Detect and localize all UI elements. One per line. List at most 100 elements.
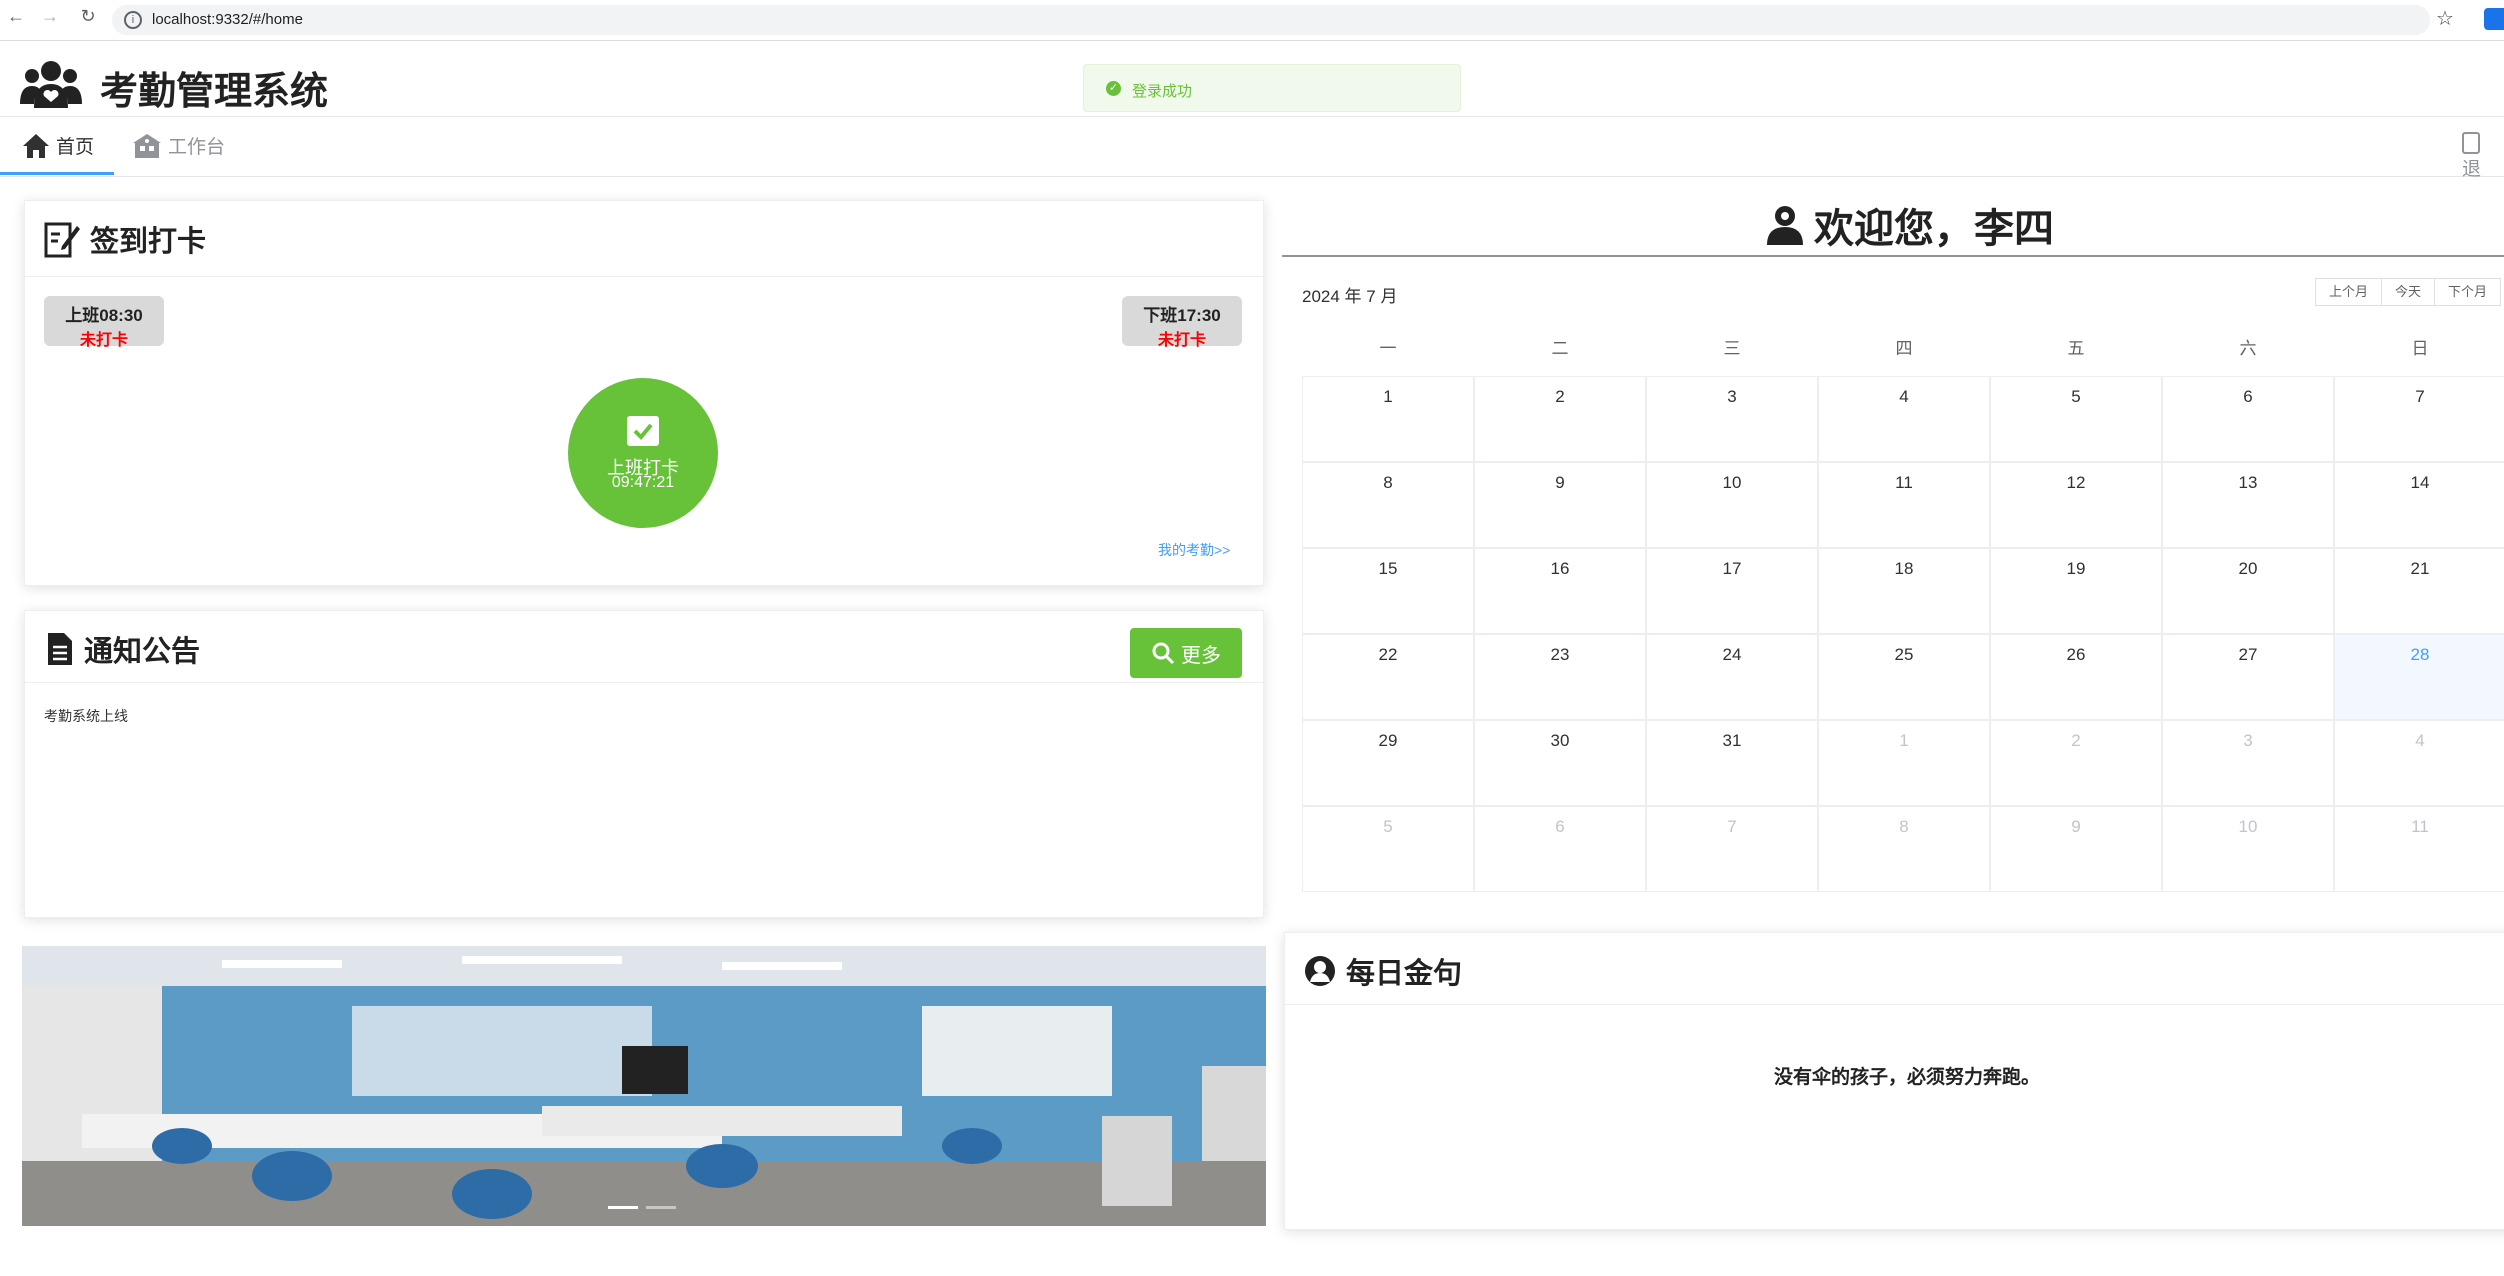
punch-in-button[interactable]: 上班打卡 09:47:21 (568, 378, 718, 528)
check-circle-icon: ✓ (1106, 81, 1121, 96)
calendar-day[interactable]: 10 (2162, 806, 2334, 892)
user-circle-icon (1305, 956, 1335, 986)
calendar-day[interactable]: 4 (1818, 376, 1990, 462)
carousel-indicator[interactable] (608, 1206, 638, 1209)
calendar-day[interactable]: 5 (1302, 806, 1474, 892)
calendar-day[interactable]: 18 (1818, 548, 1990, 634)
nav-tabs: 首页 工作台 退 (0, 118, 2504, 180)
calendar-day[interactable]: 30 (1474, 720, 1646, 806)
calendar-day[interactable]: 14 (2334, 462, 2504, 548)
calendar-title: 2024 年 7 月 (1302, 287, 1398, 306)
document-icon (48, 633, 72, 665)
calendar-day[interactable]: 15 (1302, 548, 1474, 634)
tab-workbench-label: 工作台 (168, 137, 226, 158)
active-tab-indicator (0, 172, 114, 175)
search-icon (1152, 642, 1175, 665)
browser-toolbar: ← → ↻ i localhost:9332/#/home ☆ (0, 0, 2504, 41)
calendar-day[interactable]: 4 (2334, 720, 2504, 806)
url-text: localhost:9332/#/home (152, 11, 303, 28)
calendar-day[interactable]: 8 (1302, 462, 1474, 548)
start-shift-time: 上班08:30 (65, 306, 143, 325)
notice-item[interactable]: 考勤系统上线 (44, 706, 128, 726)
tab-workbench[interactable]: 工作台 (132, 132, 225, 159)
home-icon (23, 133, 49, 158)
calendar-day[interactable]: 5 (1990, 376, 2162, 462)
calendar-day[interactable]: 6 (1474, 806, 1646, 892)
tab-home[interactable]: 首页 (22, 132, 94, 159)
weekday-header: 一 (1379, 339, 1397, 358)
notice-title: 通知公告 (46, 628, 200, 670)
weekday-header: 二 (1551, 339, 1569, 358)
calendar-day[interactable]: 1 (1818, 720, 1990, 806)
carousel-indicators (608, 1206, 676, 1209)
weekday-header: 六 (2239, 339, 2257, 358)
calendar-day[interactable]: 22 (1302, 634, 1474, 720)
users-logo-icon (20, 58, 82, 113)
success-toast: ✓ 登录成功 (1083, 64, 1461, 112)
weekday-header: 三 (1723, 339, 1741, 358)
calendar-day[interactable]: 23 (1474, 634, 1646, 720)
site-info-icon[interactable]: i (124, 11, 142, 29)
profile-icon[interactable] (2484, 8, 2504, 30)
calendar-day[interactable]: 20 (2162, 548, 2334, 634)
calendar-day[interactable]: 17 (1646, 548, 1818, 634)
calendar-day[interactable]: 2 (1474, 376, 1646, 462)
punch-time: 09:47:21 (611, 474, 675, 491)
calendar-day[interactable]: 8 (1818, 806, 1990, 892)
logout-label: 退 (2462, 159, 2482, 181)
back-icon[interactable]: ← (4, 6, 28, 27)
next-month-button[interactable]: 下个月 (2434, 278, 2502, 306)
calendar-day[interactable]: 28 (2334, 634, 2504, 720)
weekday-header: 日 (2411, 339, 2429, 358)
quote-divider (1284, 1004, 2504, 1005)
toast-message: 登录成功 (1132, 83, 1193, 100)
calendar-day[interactable]: 21 (2334, 548, 2504, 634)
calendar-nav: 上个月 今天 下个月 (2315, 278, 2502, 306)
calendar-day[interactable]: 12 (1990, 462, 2162, 548)
calendar-day[interactable]: 11 (2334, 806, 2504, 892)
prev-month-button[interactable]: 上个月 (2315, 278, 2383, 306)
calendar-day[interactable]: 25 (1818, 634, 1990, 720)
checkin-divider (24, 276, 1264, 277)
logout-button[interactable]: 退 (2462, 132, 2504, 181)
weekday-header: 五 (2067, 339, 2085, 358)
welcome-divider (1282, 255, 2504, 257)
calendar-day[interactable]: 9 (1990, 806, 2162, 892)
calendar-day[interactable]: 6 (2162, 376, 2334, 462)
calendar-day[interactable]: 16 (1474, 548, 1646, 634)
welcome-heading: 欢迎您，李四 (1766, 196, 2054, 254)
reload-icon[interactable]: ↻ (76, 6, 100, 27)
checkin-title: 签到打卡 (44, 218, 206, 260)
calendar-day[interactable]: 10 (1646, 462, 1818, 548)
my-attendance-link[interactable]: 我的考勤>> (1158, 540, 1230, 560)
calendar-day[interactable]: 11 (1818, 462, 1990, 548)
address-bar[interactable]: i localhost:9332/#/home (112, 5, 2430, 35)
calendar-day[interactable]: 19 (1990, 548, 2162, 634)
more-label: 更多 (1181, 644, 1221, 667)
end-shift-status: 未打卡 (1157, 332, 1206, 349)
edit-document-icon (44, 222, 80, 258)
calendar-day[interactable]: 13 (2162, 462, 2334, 548)
calendar-day[interactable]: 27 (2162, 634, 2334, 720)
calendar-day[interactable]: 9 (1474, 462, 1646, 548)
calendar-day[interactable]: 24 (1646, 634, 1818, 720)
end-shift-time: 下班17:30 (1143, 306, 1221, 325)
calendar-day[interactable]: 1 (1302, 376, 1474, 462)
calendar-day[interactable]: 7 (1646, 806, 1818, 892)
calendar-day[interactable]: 7 (2334, 376, 2504, 462)
calendar-day[interactable]: 3 (1646, 376, 1818, 462)
banner-carousel[interactable] (22, 946, 1266, 1226)
calendar-day[interactable]: 3 (2162, 720, 2334, 806)
today-button[interactable]: 今天 (2381, 278, 2436, 306)
more-button[interactable]: 更多 (1130, 628, 1242, 678)
weekday-header: 四 (1895, 339, 1913, 358)
logout-icon (2462, 132, 2480, 154)
calendar-day[interactable]: 29 (1302, 720, 1474, 806)
carousel-indicator[interactable] (646, 1206, 676, 1209)
check-square-icon (627, 416, 659, 446)
calendar-day[interactable]: 2 (1990, 720, 2162, 806)
bookmark-star-icon[interactable]: ☆ (2436, 6, 2454, 31)
calendar-day[interactable]: 31 (1646, 720, 1818, 806)
calendar-day[interactable]: 26 (1990, 634, 2162, 720)
forward-icon[interactable]: → (38, 6, 62, 27)
